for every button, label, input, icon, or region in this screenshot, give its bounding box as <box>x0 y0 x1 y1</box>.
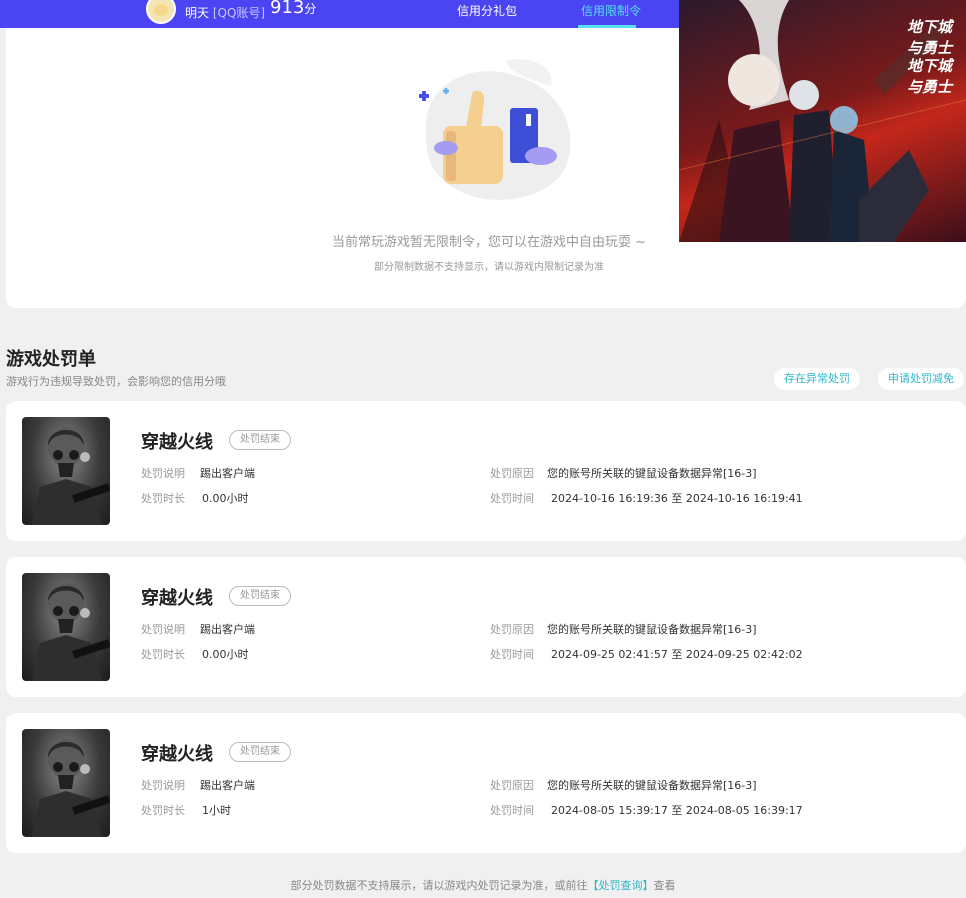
credit-score-unit: 分 <box>304 2 317 16</box>
tab-credit-restriction[interactable]: 信用限制令 <box>581 2 641 19</box>
penalty-desc-label: 处罚说明 <box>141 467 185 480</box>
game-name: 穿越火线 <box>141 432 213 453</box>
penalty-reason-value: 您的账号所关联的键鼠设备数据异常[16-3] <box>547 623 757 636</box>
penalty-duration-label: 处罚时长 <box>141 804 185 817</box>
penalty-duration-label: 处罚时长 <box>141 648 185 661</box>
penalty-duration-label: 处罚时长 <box>141 492 185 505</box>
penalty-reason-label: 处罚原因 <box>490 467 534 480</box>
report-abnormal-penalty-button[interactable]: 存在异常处罚 <box>774 368 860 390</box>
penalty-desc-value: 踢出客户端 <box>200 779 255 792</box>
soldier-image <box>32 739 110 837</box>
game-thumbnail <box>22 573 110 681</box>
penalty-duration-value: 0.00小时 <box>202 492 249 505</box>
ad-logo-1: 地下城与勇士 <box>907 18 953 57</box>
penalty-time-label: 处罚时间 <box>490 804 534 817</box>
account-type: [QQ账号] <box>212 6 266 20</box>
avatar[interactable] <box>146 0 176 24</box>
footer-text-after: 查看 <box>653 879 676 892</box>
penalty-query-link[interactable]: 【处罚查询】 <box>588 879 654 892</box>
penalty-time-value: 2024-10-16 16:19:36 至 2024-10-16 16:19:4… <box>551 492 803 505</box>
soldier-image <box>32 427 110 525</box>
empty-state-subtitle: 部分限制数据不支持显示，请以游戏内限制记录为准 <box>374 262 604 273</box>
penalty-time-label: 处罚时间 <box>490 492 534 505</box>
ad-logo-2: 地下城与勇士 <box>907 57 953 96</box>
penalty-desc-label: 处罚说明 <box>141 623 185 636</box>
status-badge: 处罚结束 <box>229 586 291 606</box>
penalty-card[interactable]: 穿越火线 处罚结束 处罚说明 踢出客户端 处罚时长 0.00小时 处罚原因 您的… <box>6 557 966 697</box>
credit-score-value: 913 <box>270 0 305 18</box>
penalty-time-value: 2024-08-05 15:39:17 至 2024-08-05 16:39:1… <box>551 804 803 817</box>
user-info: 明天 [QQ账号] <box>185 4 265 21</box>
penalty-card[interactable]: 穿越火线 处罚结束 处罚说明 踢出客户端 处罚时长 1小时 处罚原因 您的账号所… <box>6 713 966 853</box>
status-badge: 处罚结束 <box>229 430 291 450</box>
penalty-card[interactable]: 穿越火线 处罚结束 处罚说明 踢出客户端 处罚时长 0.00小时 处罚原因 您的… <box>6 401 966 541</box>
game-ad-banner[interactable]: 地下城与勇士 地下城与勇士 <box>679 0 966 242</box>
penalty-reason-value: 您的账号所关联的键鼠设备数据异常[16-3] <box>547 779 757 792</box>
game-thumbnail <box>22 417 110 525</box>
penalty-desc-value: 踢出客户端 <box>200 467 255 480</box>
penalty-reason-label: 处罚原因 <box>490 779 534 792</box>
tab-credit-gift[interactable]: 信用分礼包 <box>457 2 517 19</box>
penalty-desc-label: 处罚说明 <box>141 779 185 792</box>
penalty-reason-value: 您的账号所关联的键鼠设备数据异常[16-3] <box>547 467 757 480</box>
footer-note: 部分处罚数据不支持展示，请以游戏内处罚记录为准，或前往【处罚查询】查看 <box>0 877 966 893</box>
game-name: 穿越火线 <box>141 588 213 609</box>
penalty-reason-label: 处罚原因 <box>490 623 534 636</box>
thumbs-up-illustration <box>419 59 571 200</box>
penalty-section-subtitle: 游戏行为违规导致处罚，会影响您的信用分哦 <box>6 375 226 388</box>
footer-text: 部分处罚数据不支持展示，请以游戏内处罚记录为准，或前往 <box>290 879 588 892</box>
status-badge: 处罚结束 <box>229 742 291 762</box>
apply-penalty-reduction-button[interactable]: 申请处罚减免 <box>878 368 964 390</box>
penalty-time-value: 2024-09-25 02:41:57 至 2024-09-25 02:42:0… <box>551 648 803 661</box>
penalty-time-label: 处罚时间 <box>490 648 534 661</box>
game-name: 穿越火线 <box>141 744 213 765</box>
soldier-image <box>32 583 110 681</box>
penalty-desc-value: 踢出客户端 <box>200 623 255 636</box>
penalty-duration-value: 1小时 <box>202 804 231 817</box>
penalty-section-title: 游戏处罚单 <box>6 349 96 370</box>
user-name: 明天 <box>185 6 210 20</box>
credit-score: 913分 <box>270 0 316 18</box>
game-thumbnail <box>22 729 110 837</box>
penalty-duration-value: 0.00小时 <box>202 648 249 661</box>
